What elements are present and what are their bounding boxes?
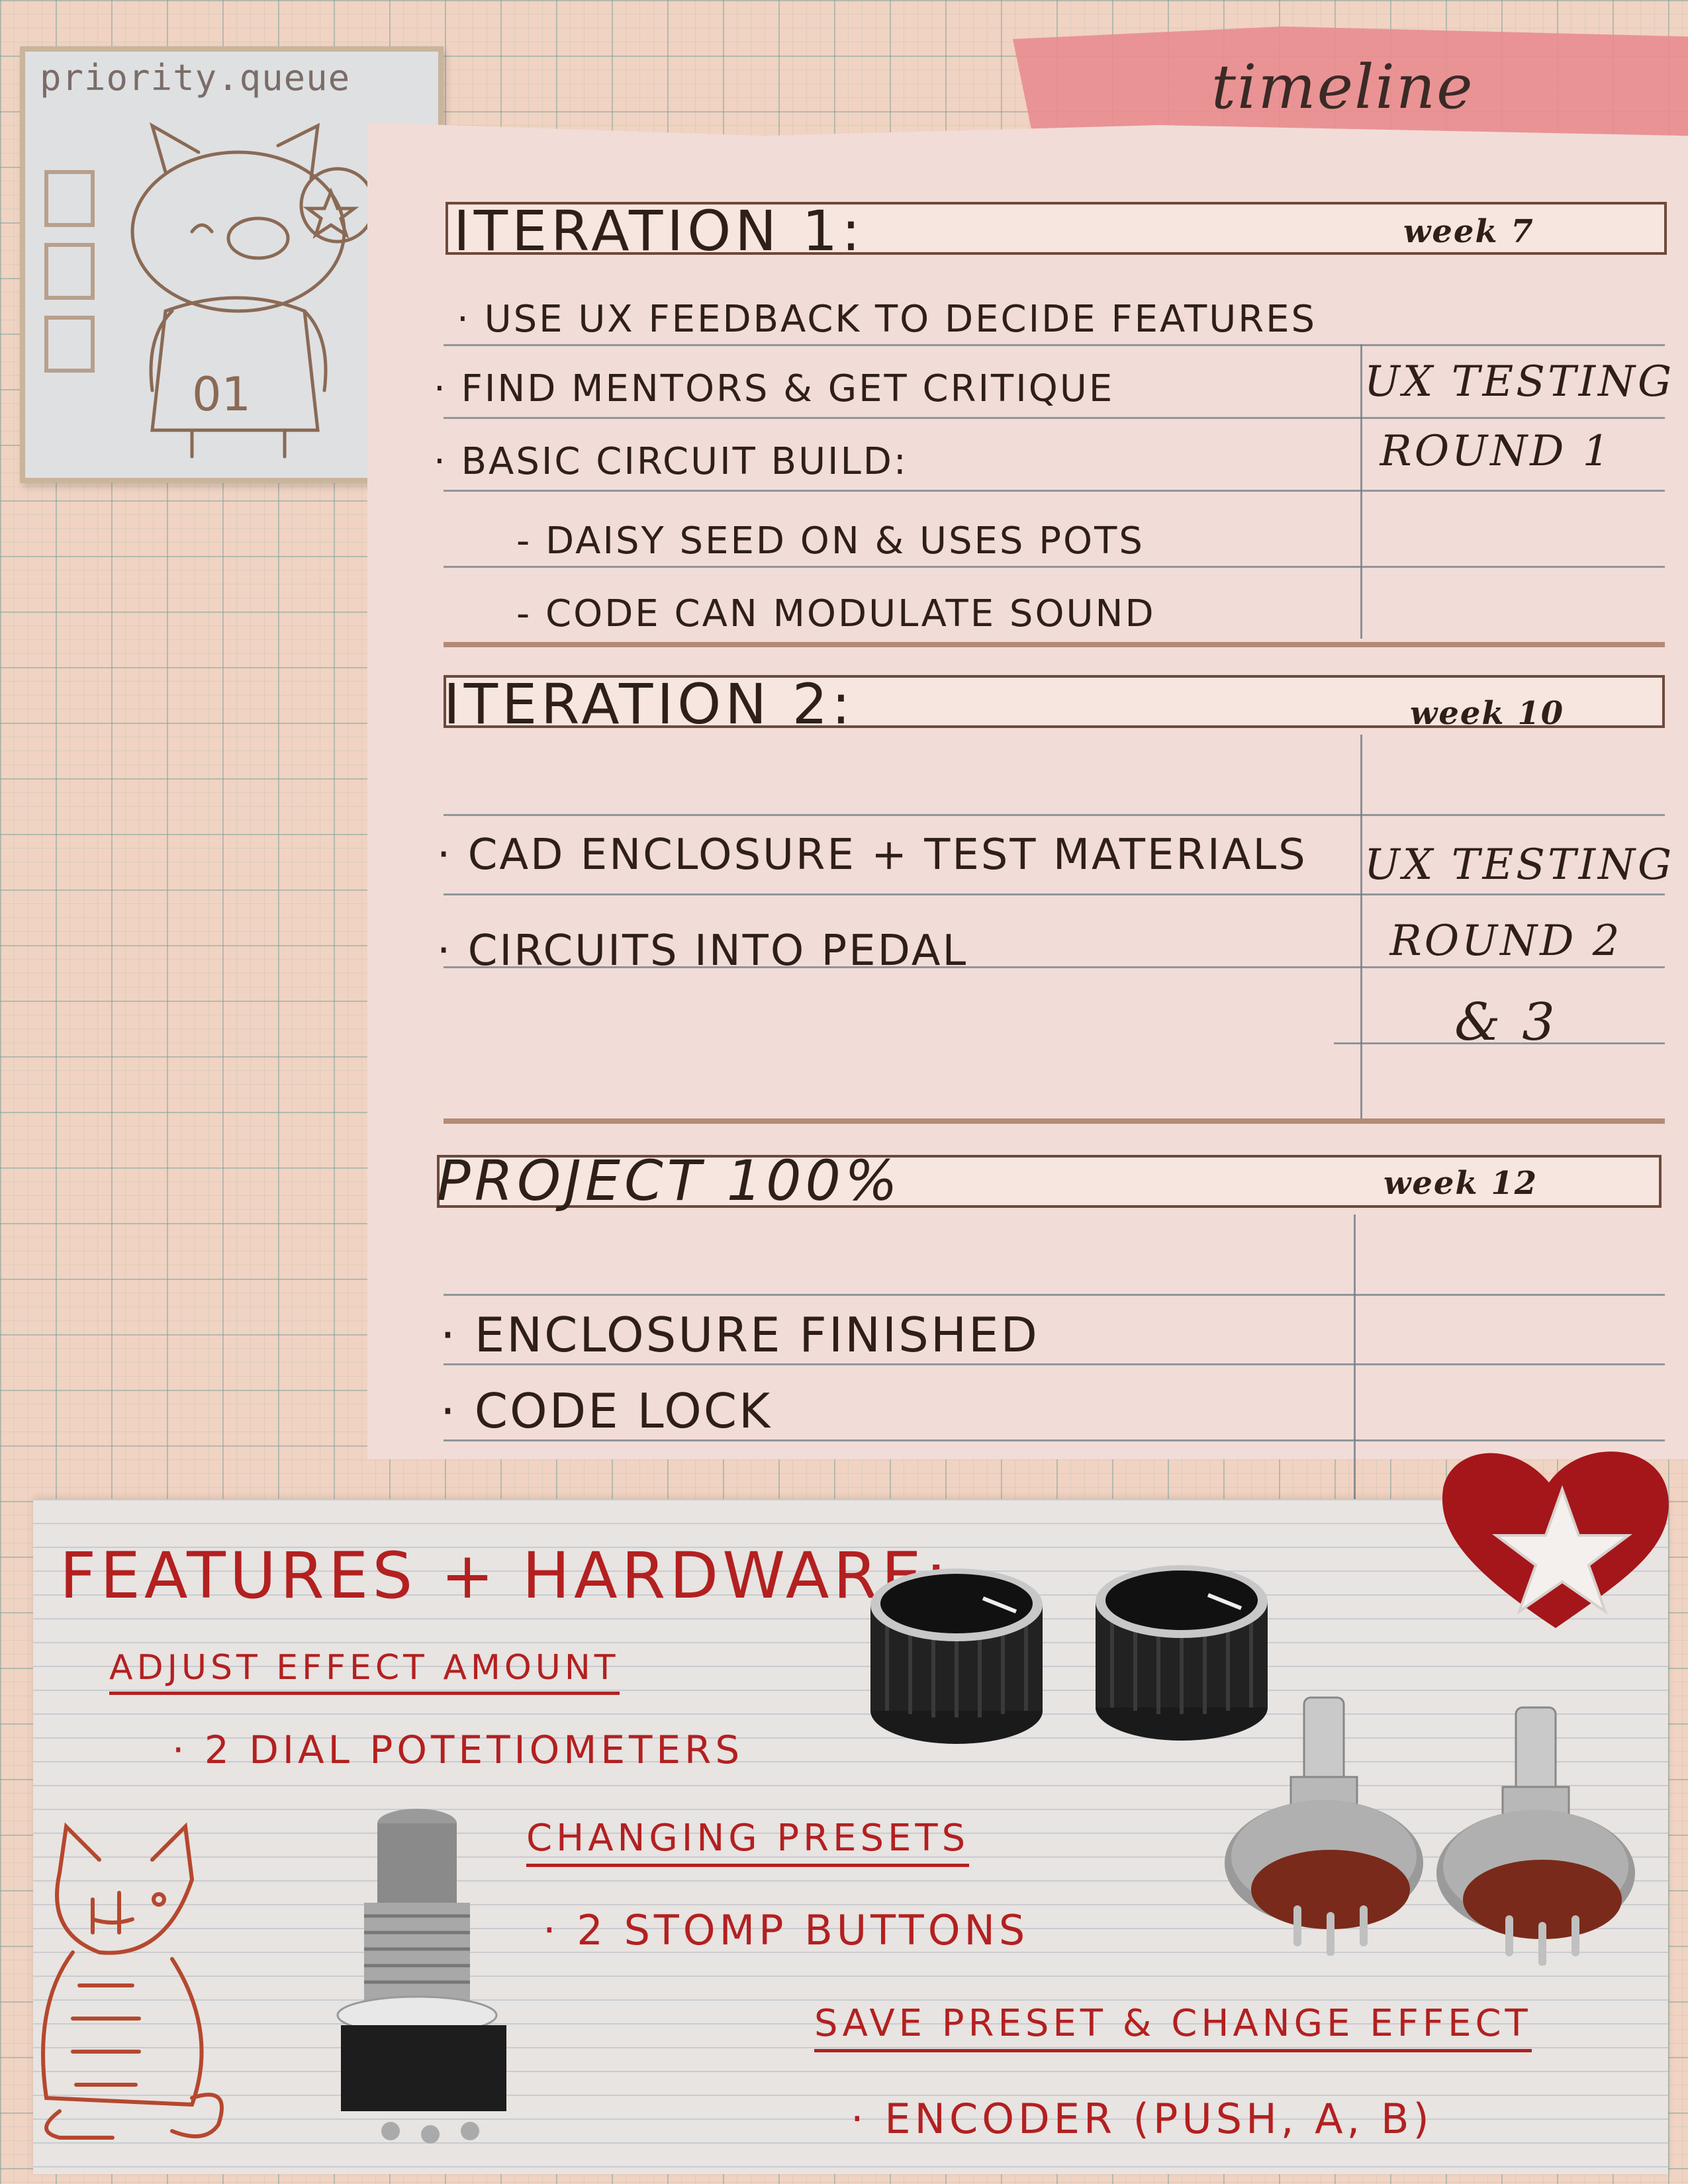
feature-heading: SAVE PRESET & CHANGE EFFECT: [814, 2002, 1532, 2052]
feature-item: · 2 STOMP BUTTONS: [543, 1906, 1029, 1954]
stamp-badge: 01: [192, 367, 251, 422]
iteration-1-task: · BASIC CIRCUIT BUILD:: [434, 440, 908, 483]
stamp-title: priority.queue: [40, 57, 351, 99]
section-divider: [444, 1118, 1665, 1124]
feature-item: · ENCODER (PUSH, A, B): [851, 2095, 1433, 2143]
cat-illustration: [41, 1822, 224, 2140]
iteration-2-title: ITERATION 2:: [444, 672, 855, 737]
feature-heading: ADJUST EFFECT AMOUNT: [109, 1648, 620, 1695]
project-complete-week: week 12: [1383, 1165, 1538, 1202]
ruled-line: [444, 1294, 1665, 1296]
heart-star-icon: [1442, 1451, 1669, 1628]
iteration-1-subtask: - DAISY SEED ON & USES POTS: [516, 520, 1145, 563]
iteration-1-title: ITERATION 1:: [453, 199, 865, 263]
project-complete-task: · CODE LOCK: [440, 1383, 773, 1439]
ruled-line: [444, 814, 1665, 816]
iteration-2-ux-note: & 3: [1454, 993, 1558, 1052]
iteration-1-subtask: - CODE CAN MODULATE SOUND: [516, 592, 1156, 635]
ruled-line: [444, 417, 1665, 419]
iteration-2-week: week 10: [1410, 695, 1565, 732]
column-divider: [1360, 735, 1362, 1118]
knob-icon: [870, 1569, 1043, 1744]
iteration-2-ux-note: ROUND 2: [1389, 917, 1622, 966]
ruled-line: [444, 566, 1665, 568]
iteration-1-ux-note: ROUND 1: [1380, 427, 1613, 476]
ruled-line: [444, 490, 1665, 492]
project-complete-title: PROJECT 100%: [437, 1148, 902, 1213]
iteration-1-task: · FIND MENTORS & GET CRITIQUE: [434, 367, 1115, 410]
iteration-1-week: week 7: [1403, 213, 1534, 250]
iteration-2-task: · CAD ENCLOSURE + TEST MATERIALS: [437, 831, 1307, 880]
potentiometer-icon: [1436, 1706, 1635, 1966]
feature-item: · 2 DIAL POTETIOMETERS: [172, 1727, 744, 1772]
features-title: FEATURES + HARDWARE:: [60, 1539, 951, 1613]
iteration-1-task: · USE UX FEEDBACK TO DECIDE FEATURES: [457, 298, 1317, 341]
ruled-line: [444, 893, 1665, 895]
potentiometer-icon: [1225, 1696, 1423, 1956]
ruled-line: [444, 344, 1665, 346]
ruled-line: [444, 1363, 1665, 1365]
iteration-2-ux-note: UX TESTING: [1364, 841, 1675, 889]
page-title: timeline: [1211, 52, 1474, 122]
project-complete-task: · ENCLOSURE FINISHED: [440, 1307, 1039, 1363]
stomp-switch-icon: [336, 1809, 506, 2144]
feature-heading: CHANGING PRESETS: [526, 1817, 970, 1867]
character-stamp: 01: [44, 122, 376, 459]
iteration-1-ux-note: UX TESTING: [1364, 357, 1675, 406]
ruled-line: [444, 966, 1665, 968]
column-divider: [1360, 344, 1362, 639]
section-divider: [444, 642, 1665, 647]
column-divider: [1354, 1214, 1356, 1499]
